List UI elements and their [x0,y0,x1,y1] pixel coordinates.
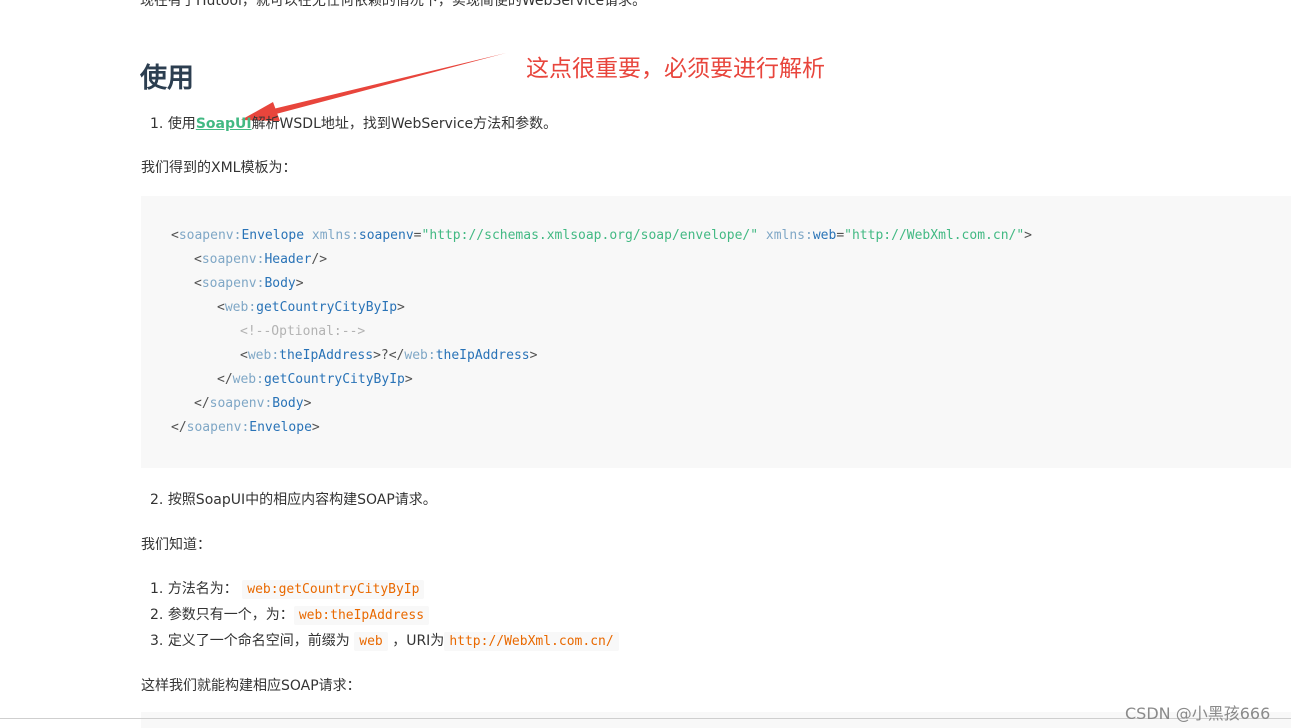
step-1-suffix: 解析WSDL地址，找到WebService方法和参数。 [251,116,558,132]
step-1-prefix: 使用 [167,116,196,132]
fact-2-code: web:theIpAddress [293,606,430,625]
fact-item: 3. 定义了一个命名空间，前缀为 web ，URI为 http://WebXml.… [150,630,619,651]
fact-1-code: web:getCountryCityByIp [242,580,425,599]
code-line: <!--Optional:--> [240,324,366,339]
fact-1-number: 1. [150,581,164,597]
code-line: </soapenv:Body> [194,396,312,411]
xml-intro-text: 我们得到的XML模板为： [141,160,297,176]
fact-item: 1. 方法名为： web:getCountryCityByIp [150,578,425,599]
fact-3-mid: ，URI为 [392,633,445,649]
code-line: <soapenv:Header/> [194,252,328,267]
next-code-block [141,712,1291,728]
soapui-link[interactable]: SoapUI [196,116,252,132]
fact-3-number: 3. [150,633,164,649]
fact-3-prefix: 定义了一个命名空间，前缀为 [167,633,350,649]
xml-code-block: <soapenv:Envelope xmlns:soapenv="http://… [141,196,1291,468]
fact-3-code: web [354,632,388,651]
step-1-number: 1. [150,116,164,132]
fact-1-prefix: 方法名为： [167,581,238,597]
divider [0,718,1291,719]
fact-2-number: 2. [150,607,164,623]
fact-2-prefix: 参数只有一个，为： [167,607,294,623]
code-line: <web:theIpAddress>?</web:theIpAddress> [240,348,538,363]
csdn-watermark: CSDN @小黑孩666 [1125,704,1271,723]
code-line: <web:getCountryCityByIp> [217,300,405,315]
code-line: </web:getCountryCityByIp> [217,372,413,387]
we-know-text: 我们知道： [141,537,211,553]
step-2: 2. 按照SoapUI中的相应内容构建SOAP请求。 [150,489,437,509]
step-2-text: 按照SoapUI中的相应内容构建SOAP请求。 [167,492,437,508]
step-1: 1. 使用SoapUI解析WSDL地址，找到WebService方法和参数。 [150,113,557,133]
fact-3-code2: http://WebXml.com.cn/ [444,632,619,651]
build-text: 这样我们就能构建相应SOAP请求： [141,678,361,694]
fact-item: 2. 参数只有一个，为： web:theIpAddress [150,604,430,625]
step-2-number: 2. [150,492,164,508]
code-line: <soapenv:Body> [194,276,304,291]
code-line: </soapenv:Envelope> [171,420,320,435]
code-line: <soapenv:Envelope xmlns:soapenv="http://… [171,228,1032,243]
